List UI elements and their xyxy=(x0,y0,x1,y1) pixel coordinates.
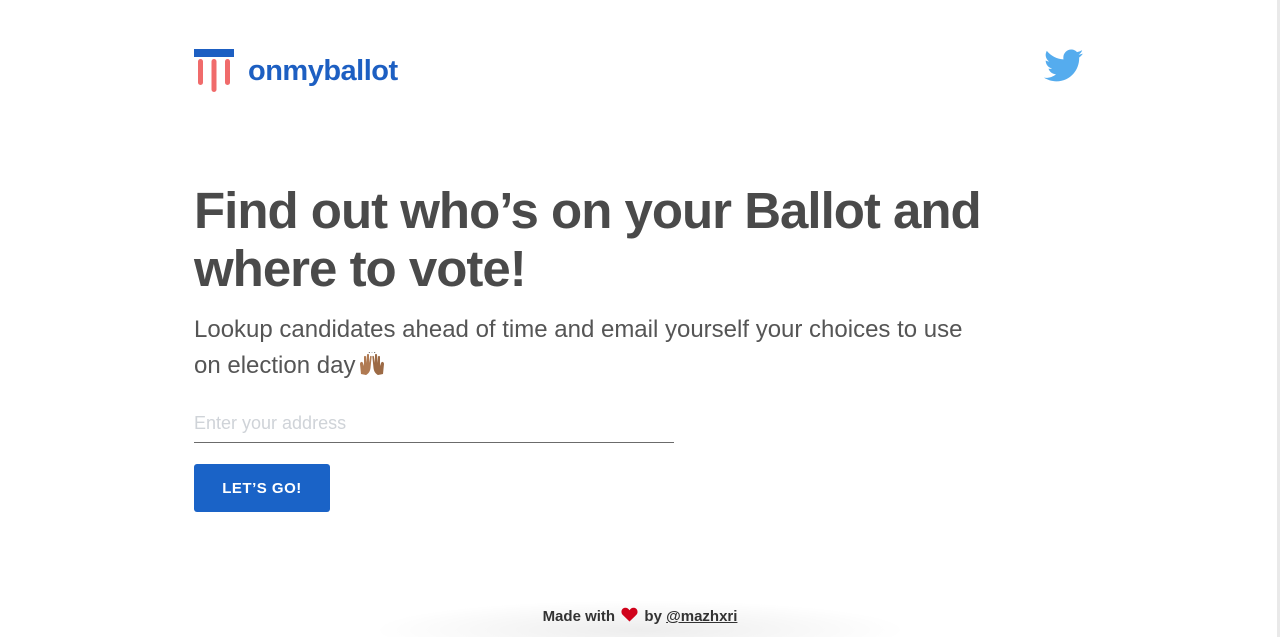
raised-hands-icon xyxy=(360,352,385,375)
footer-made-with: Made with xyxy=(542,608,616,625)
footer: Made with by @mazhxri xyxy=(0,607,1280,625)
twitter-link[interactable] xyxy=(1044,49,1084,83)
address-input[interactable] xyxy=(194,404,674,443)
page-title: Find out who’s on your Ballot and where … xyxy=(194,182,982,297)
brand-name: onmyballot xyxy=(248,54,398,87)
heart-icon xyxy=(621,607,638,622)
lets-go-button[interactable]: LET’S GO! xyxy=(194,464,330,512)
author-link[interactable]: @mazhxri xyxy=(666,608,737,625)
page-subtitle: Lookup candidates ahead of time and emai… xyxy=(194,312,984,384)
landing-page: onmyballot Find out who’s on your Ballot… xyxy=(0,0,1280,637)
footer-by: by xyxy=(644,608,662,625)
ballot-shield-icon xyxy=(194,49,234,93)
twitter-bird-icon xyxy=(1044,49,1084,82)
brand-logo-link[interactable]: onmyballot xyxy=(194,49,398,93)
subtitle-text: Lookup candidates ahead of time and emai… xyxy=(194,316,963,379)
